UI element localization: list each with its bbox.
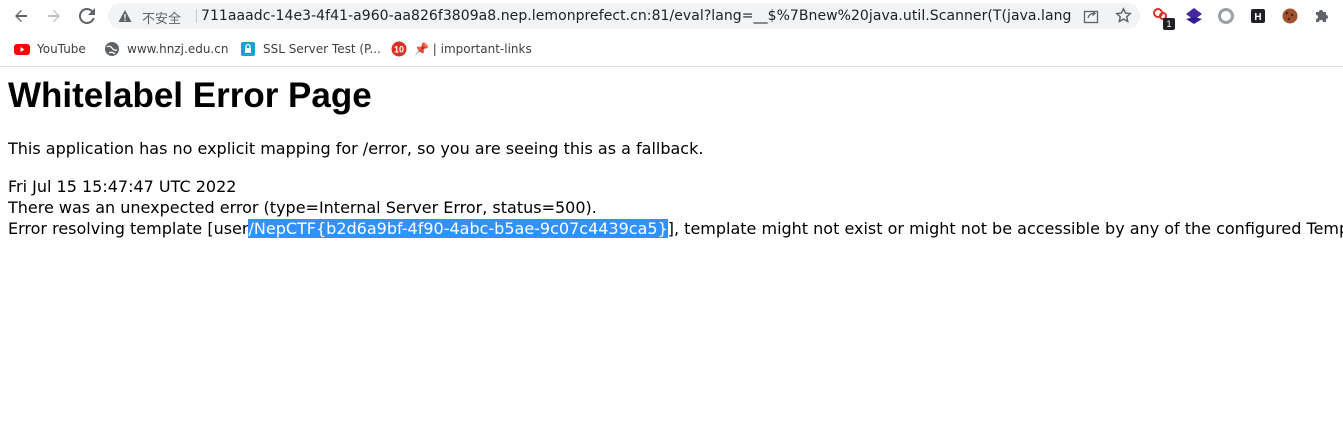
address-bar[interactable]: 不安全 711aaadc-14e3-4f41-a960-aa826f3809a8… [108, 3, 1140, 29]
error-template-line: Error resolving template [user/NepCTF{b2… [8, 218, 1343, 239]
puzzle-icon[interactable] [1313, 7, 1331, 25]
layers-extension-icon[interactable] [1185, 7, 1203, 25]
page-content: Whitelabel Error Page This application h… [0, 67, 1343, 447]
forward-button[interactable] [42, 5, 66, 27]
share-icon[interactable] [1083, 8, 1099, 24]
svg-text:H: H [1254, 12, 1261, 23]
circle-extension-icon[interactable] [1217, 7, 1235, 25]
security-label[interactable]: 不安全 [142, 8, 181, 27]
back-button[interactable] [9, 5, 33, 27]
selected-flag-text[interactable]: /NepCTF{b2d6a9bf-4f90-4abc-b5ae-9c07c443… [248, 219, 668, 238]
bookmark-label: 📌 | important-links [414, 42, 532, 56]
reload-icon [79, 8, 95, 24]
h-extension-icon[interactable]: H [1249, 7, 1267, 25]
error-details: Fri Jul 15 15:47:47 UTC 2022 There was a… [8, 176, 1343, 239]
page-title: Whitelabel Error Page [8, 76, 372, 115]
bookmark-important-links[interactable]: 10 📌 | important-links [391, 40, 532, 58]
svg-text:10: 10 [394, 45, 404, 55]
back-icon [15, 10, 27, 22]
template-prefix: Error resolving template [user [8, 219, 249, 238]
bookmark-label: www.hnzj.edu.cn [127, 42, 229, 56]
ssl-icon [241, 42, 255, 56]
template-suffix: ], template might not exist or might not… [667, 219, 1343, 238]
folder-icon: 10 [391, 41, 407, 57]
bookmark-youtube[interactable]: YouTube [14, 40, 86, 58]
url-text[interactable]: 711aaadc-14e3-4f41-a960-aa826f3809a8.nep… [201, 8, 1071, 24]
browser-toolbar: 不安全 711aaadc-14e3-4f41-a960-aa826f3809a8… [0, 0, 1343, 33]
bookmark-label: SSL Server Test (P... [263, 42, 381, 56]
page-description: This application has no explicit mapping… [8, 139, 704, 158]
omnibox-divider [196, 9, 197, 23]
star-icon[interactable] [1115, 7, 1132, 24]
extension-badge: 1 [1163, 18, 1175, 30]
bookmark-label: YouTube [37, 42, 86, 56]
warning-icon[interactable] [118, 9, 132, 23]
reload-button[interactable] [75, 5, 99, 27]
bookmark-ssl-test[interactable]: SSL Server Test (P... [240, 40, 381, 58]
youtube-icon [14, 44, 30, 55]
bookmark-hnzj[interactable]: www.hnzj.edu.cn [104, 40, 228, 58]
error-timestamp: Fri Jul 15 15:47:47 UTC 2022 [8, 177, 237, 196]
error-status-line: There was an unexpected error (type=Inte… [8, 198, 597, 217]
forward-icon [48, 10, 60, 22]
globe-icon [105, 42, 119, 56]
bookmarks-bar: YouTube www.hnzj.edu.cn SSL Server Test … [0, 33, 1343, 67]
cookie-extension-icon[interactable] [1281, 7, 1299, 25]
